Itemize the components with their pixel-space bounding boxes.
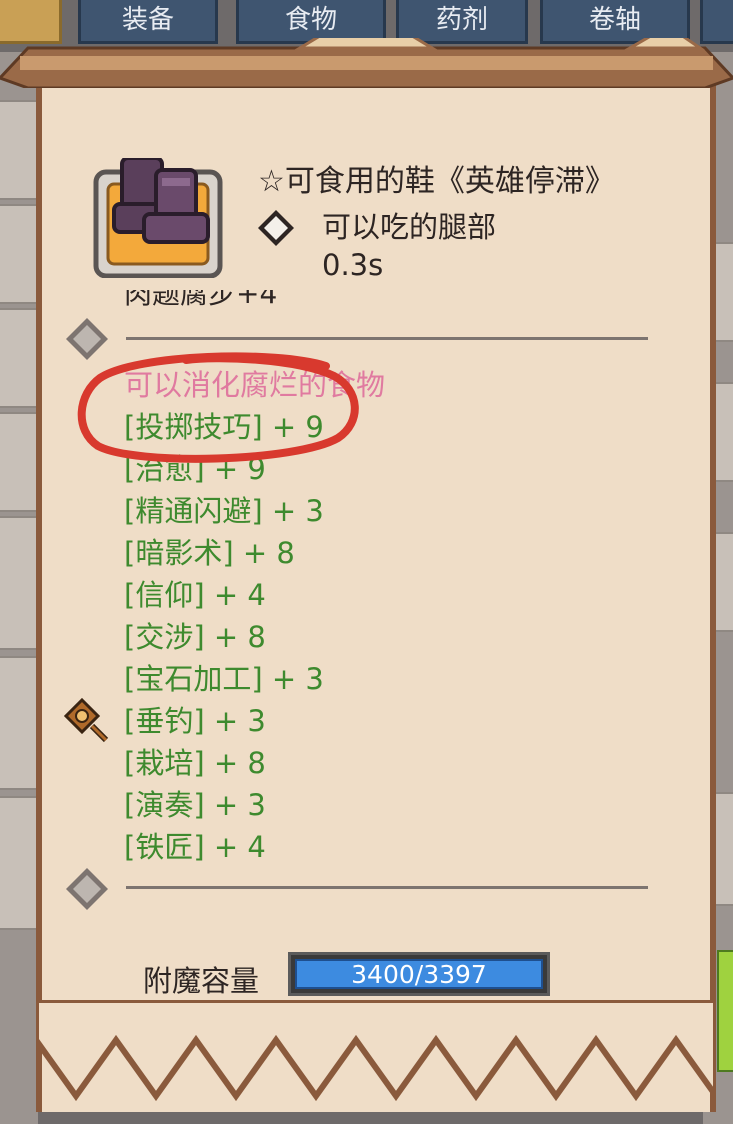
effect-line: [精通闪避] + 3 — [124, 494, 324, 528]
annotation-circle — [77, 352, 359, 463]
left-list — [0, 52, 38, 1124]
panel-top-frame — [0, 38, 733, 88]
boots-icon — [93, 158, 223, 278]
tab-label: 卷轴 — [588, 5, 641, 35]
magnifier-key-icon — [64, 698, 109, 743]
effect-line: [宝石加工] + 3 — [124, 662, 324, 696]
tab-label: 药剂 — [435, 5, 488, 35]
list-item[interactable] — [0, 100, 36, 200]
list-item[interactable] — [0, 308, 36, 408]
capacity-label: 附魔容量 — [143, 964, 260, 998]
cutoff-text: 肉题腐步+4 — [124, 290, 278, 310]
list-item[interactable] — [0, 412, 36, 512]
tab-label: 食物 — [284, 5, 337, 35]
capacity-value: 3400/3397 — [351, 959, 487, 989]
capacity-bar: 3400/3397 — [288, 952, 550, 996]
effect-line: [信仰] + 4 — [124, 578, 266, 612]
divider — [126, 886, 648, 889]
list-item[interactable] — [0, 796, 36, 930]
diamond-icon — [66, 868, 108, 910]
item-title: ☆可食用的鞋《英雄停滞》 — [258, 164, 615, 199]
confirm-button[interactable] — [717, 950, 733, 1072]
item-time: 0.3s — [322, 248, 384, 282]
effect-line: [交涉] + 8 — [124, 620, 266, 654]
effect-line: [垂钓] + 3 — [124, 704, 266, 738]
panel-bottom-zigzag — [36, 1000, 716, 1102]
effect-line: [铁匠] + 4 — [124, 830, 266, 864]
divider — [126, 337, 648, 340]
item-subtitle: 可以吃的腿部 — [322, 210, 497, 244]
effect-line: [暗影术] + 8 — [124, 536, 295, 570]
list-item[interactable] — [0, 516, 36, 650]
list-item[interactable] — [0, 656, 36, 790]
effect-line: [栽培] + 8 — [124, 746, 266, 780]
effect-line: [演奏] + 3 — [124, 788, 266, 822]
list-item[interactable] — [0, 204, 36, 304]
tab-label: 装备 — [121, 5, 174, 35]
diamond-icon — [258, 210, 294, 246]
capacity-fill: 3400/3397 — [295, 959, 543, 989]
